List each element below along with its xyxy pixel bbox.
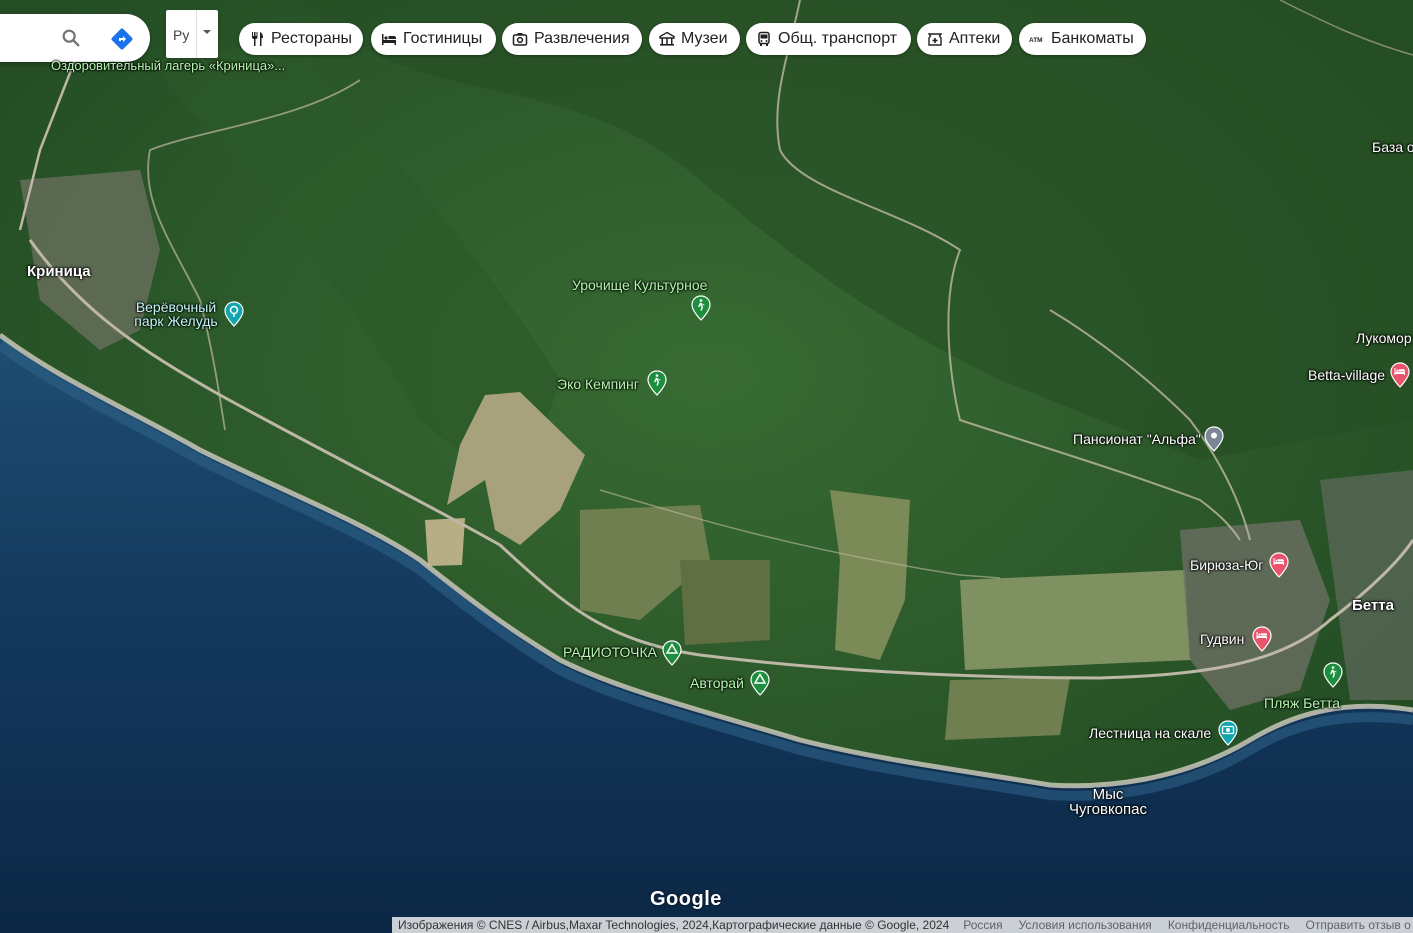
- chip-label: Развлечения: [534, 30, 630, 47]
- place-label-gudvin[interactable]: Гудвин: [1200, 632, 1244, 647]
- field-area: [680, 560, 770, 645]
- hiking-pin-icon[interactable]: [691, 295, 711, 321]
- field-area: [945, 678, 1070, 740]
- chip-label: Аптеки: [949, 30, 1001, 47]
- museum-icon: [659, 31, 675, 46]
- park-pin-icon[interactable]: [224, 301, 244, 327]
- hotel-pin-icon[interactable]: [1252, 626, 1272, 652]
- google-logo: Google: [650, 888, 722, 910]
- fork-knife-icon: [252, 32, 263, 46]
- language-selected-label: Ру: [173, 27, 190, 43]
- svg-text:ATM: ATM: [1029, 37, 1043, 44]
- chip-pharmacies[interactable]: Аптеки: [917, 23, 1012, 55]
- atm-icon: ATM: [1029, 37, 1043, 44]
- chip-museums[interactable]: Музеи: [649, 23, 740, 55]
- bus-icon: [758, 31, 770, 46]
- attribution-text: Изображения © CNES / Airbus,Maxar Techno…: [398, 918, 950, 932]
- camera-icon: [512, 33, 528, 46]
- place-label-krinitsa[interactable]: Криница: [27, 264, 91, 279]
- chip-label: Банкоматы: [1051, 30, 1134, 47]
- pharmacy-icon: [927, 33, 943, 46]
- location-pin-icon[interactable]: [1204, 426, 1224, 452]
- place-label-urochishche[interactable]: Урочище Культурное: [572, 278, 707, 293]
- chip-label: Гостиницы: [403, 30, 483, 47]
- chip-restaurants[interactable]: Рестораны: [239, 23, 363, 55]
- place-label-lukomorye[interactable]: Лукомор: [1356, 331, 1412, 346]
- chip-atms[interactable]: ATM Банкоматы: [1019, 23, 1146, 55]
- chip-hotels[interactable]: Гостиницы: [371, 23, 496, 55]
- place-label-cape[interactable]: Мыс Чуговкопас: [1060, 787, 1156, 817]
- search-box[interactable]: [0, 14, 150, 62]
- directions-icon[interactable]: [110, 27, 134, 51]
- chip-label: Общ. транспорт: [778, 30, 898, 47]
- chip-label: Рестораны: [271, 30, 353, 47]
- chip-entertainment[interactable]: Развлечения: [502, 23, 642, 55]
- hotel-pin-icon[interactable]: [1269, 552, 1289, 578]
- map-footer: Изображения © CNES / Airbus,Maxar Techno…: [392, 917, 1413, 933]
- divider: [196, 10, 197, 58]
- place-label-camp[interactable]: Оздоровительный лагерь «Криница»...: [51, 58, 285, 73]
- field-area: [425, 518, 465, 566]
- feedback-link[interactable]: Отправить отзыв о карте: [1298, 917, 1413, 933]
- place-label-avtorai[interactable]: Авторай: [690, 676, 744, 691]
- hiking-pin-icon[interactable]: [1323, 662, 1343, 688]
- chip-transit[interactable]: Общ. транспорт: [746, 23, 911, 55]
- campground-pin-icon[interactable]: [662, 640, 682, 666]
- place-label-betta[interactable]: Бетта: [1352, 598, 1394, 613]
- place-label-betta-village[interactable]: Betta-village: [1308, 368, 1385, 383]
- place-label-betta-beach[interactable]: Пляж Бетта: [1264, 696, 1340, 711]
- field-area: [960, 570, 1190, 670]
- place-label-radiotochka[interactable]: РАДИОТОЧКА: [563, 645, 657, 660]
- privacy-link[interactable]: Конфиденциальность: [1160, 917, 1298, 933]
- place-label-biryuza[interactable]: Бирюза-Юг: [1190, 558, 1263, 573]
- language-select[interactable]: Ру: [166, 10, 218, 58]
- terms-link[interactable]: Условия использования: [1011, 917, 1160, 933]
- place-label-rope-park[interactable]: Верёвочный парк Желудь: [130, 300, 222, 328]
- chip-label: Музеи: [681, 30, 728, 47]
- bed-icon: [382, 34, 396, 45]
- camera-pin-icon[interactable]: [1218, 720, 1238, 746]
- place-label-ladder[interactable]: Лестница на скале: [1089, 726, 1211, 741]
- place-label-pansionat[interactable]: Пансионат "Альфа": [1073, 432, 1201, 447]
- search-icon[interactable]: [60, 27, 82, 49]
- country-link[interactable]: Россия: [955, 917, 1010, 933]
- satellite-map[interactable]: [0, 0, 1413, 933]
- campground-pin-icon[interactable]: [750, 670, 770, 696]
- place-label-baza[interactable]: База о: [1372, 140, 1413, 155]
- hiking-pin-icon[interactable]: [647, 370, 667, 396]
- place-label-eco-camping[interactable]: Эко Кемпинг: [557, 377, 639, 392]
- caret-down-icon[interactable]: [203, 28, 211, 36]
- hotel-pin-icon[interactable]: [1390, 362, 1410, 388]
